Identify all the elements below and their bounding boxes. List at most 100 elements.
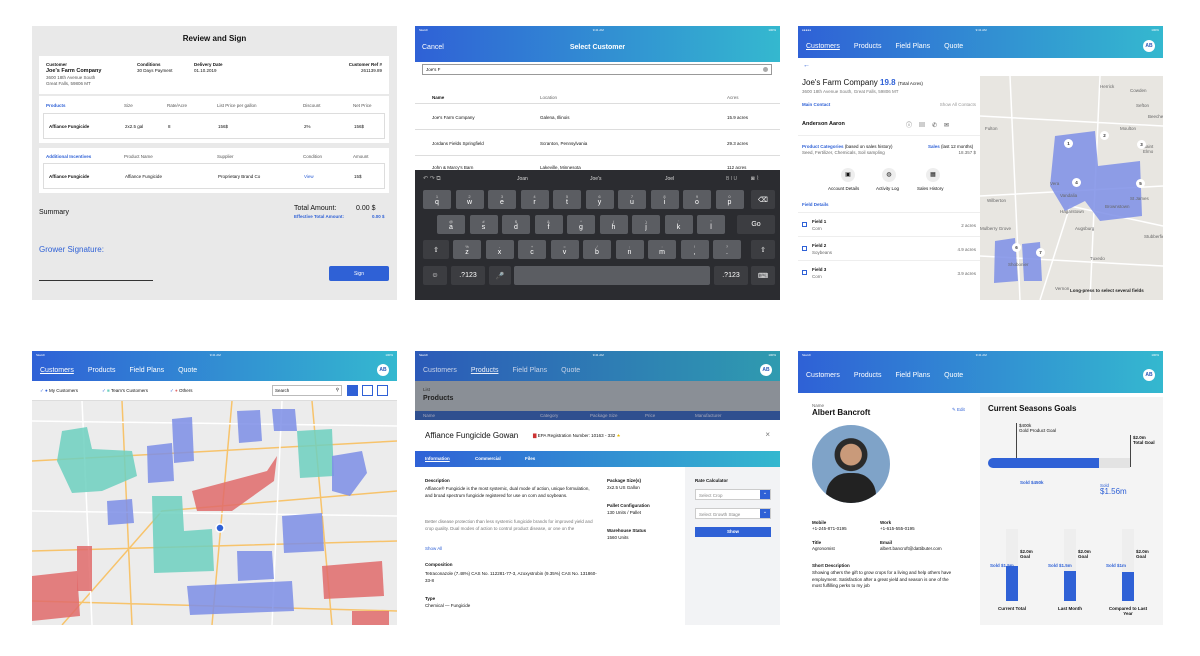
tab-quote[interactable]: Quote	[178, 367, 197, 374]
my-field[interactable]	[237, 410, 262, 443]
view-link[interactable]: View	[304, 174, 314, 179]
key-v[interactable]: = v	[550, 240, 579, 259]
activity-log-icon[interactable]: ◍	[882, 168, 896, 182]
account-details-link[interactable]: Account Details	[828, 186, 859, 191]
key-z[interactable]: % z	[453, 240, 481, 259]
backspace-key[interactable]: ⌫	[751, 190, 775, 209]
avatar[interactable]: AB	[760, 364, 772, 376]
tab-customers[interactable]: Customers	[423, 367, 457, 374]
space-key[interactable]	[514, 266, 710, 285]
key-m[interactable]: :m	[648, 240, 676, 259]
camera-icon[interactable]: ◙ ⌇	[751, 175, 759, 182]
key-r[interactable]: 4r	[520, 190, 549, 209]
shift-key[interactable]: ⇧	[751, 240, 775, 259]
key-p[interactable]: 0p	[715, 190, 744, 209]
chevron-down-icon[interactable]: ⌄	[760, 490, 770, 499]
numbers-key[interactable]: .?123	[451, 266, 485, 285]
tab-field-plans[interactable]: Field Plans	[895, 372, 930, 379]
key-x[interactable]: -x	[485, 240, 514, 259]
key-h[interactable]: (h	[599, 215, 628, 234]
key-.[interactable]: ?.	[713, 240, 741, 259]
emoji-key[interactable]: ☺	[423, 266, 447, 285]
go-key[interactable]: Go	[737, 215, 775, 234]
checkbox[interactable]	[802, 246, 807, 251]
my-field[interactable]	[272, 409, 297, 431]
list-item[interactable]: Field 3 Corn 3.9 acres	[798, 260, 980, 284]
key-o[interactable]: 9o	[683, 190, 711, 209]
key-n[interactable]: ; n	[615, 240, 644, 259]
map-pin[interactable]: 4	[1072, 178, 1081, 187]
avatar[interactable]: AB	[1143, 40, 1155, 52]
undo-icon[interactable]: ↶ ↷ ⧉	[423, 175, 441, 183]
map[interactable]	[32, 401, 397, 625]
my-field[interactable]	[332, 451, 367, 496]
my-field[interactable]	[147, 443, 174, 483]
my-field[interactable]	[282, 513, 324, 553]
map-pin[interactable]: 3	[1137, 140, 1146, 149]
key-f[interactable]: & f	[534, 215, 563, 234]
key-u[interactable]: 7u	[618, 190, 646, 209]
growth-stage-select[interactable]: Select Growth Stage ⌄	[695, 508, 771, 519]
table-row[interactable]: Affiance Fungicide Affiance Fungicide Pr…	[43, 163, 385, 189]
filter-teams-customers[interactable]: ✓ ■ Team's Customers	[102, 388, 148, 394]
suggestion[interactable]: Joan	[517, 176, 528, 182]
tab-field-plans[interactable]: Field Plans	[129, 367, 164, 374]
show-all-link[interactable]: Show All	[425, 546, 442, 551]
avatar[interactable]: AB	[1143, 369, 1155, 381]
tab-field-plans[interactable]: Field Plans	[512, 367, 547, 374]
list-item[interactable]: Field 1 Corn 2 acres	[798, 212, 980, 236]
back-arrow-icon[interactable]: ←	[803, 62, 810, 69]
edit-button[interactable]: ✎ Edit	[952, 407, 965, 413]
col-header[interactable]: Name	[423, 413, 435, 418]
tab-products[interactable]: Products	[854, 372, 882, 379]
sign-button[interactable]: Sign	[329, 266, 389, 281]
table-row[interactable]: Joe's Farm Company Galena, Illinois 15.9…	[415, 103, 780, 129]
my-field[interactable]	[172, 417, 194, 463]
key-e[interactable]: 3e	[488, 190, 516, 209]
close-icon[interactable]: ×	[765, 430, 770, 439]
tab-information[interactable]: Information	[425, 456, 450, 461]
map-pin[interactable]: 7	[1036, 248, 1045, 257]
key-k[interactable]: ' k	[664, 215, 693, 234]
tab-customers[interactable]: Customers	[40, 367, 74, 374]
sales-history-icon[interactable]: ▦	[926, 168, 940, 182]
key-q[interactable]: 1q	[423, 190, 451, 209]
filter-others[interactable]: ✓ ● Others	[170, 388, 193, 394]
signature-line[interactable]	[39, 280, 153, 281]
list-icon[interactable]	[377, 385, 388, 396]
others-field[interactable]	[77, 546, 92, 591]
suggestion[interactable]: Joe's	[590, 176, 602, 182]
map-pin[interactable]: 2	[1100, 131, 1109, 140]
tab-products[interactable]: Products	[88, 367, 116, 374]
account-details-icon[interactable]: ▣	[841, 168, 855, 182]
search-icon[interactable]: ⚲	[336, 387, 339, 393]
map-pin[interactable]: 5	[1136, 179, 1145, 188]
tab-quote[interactable]: Quote	[944, 372, 963, 379]
map-pin[interactable]: 6	[1012, 243, 1021, 252]
shift-key[interactable]: ⇧	[423, 240, 449, 259]
table-row[interactable]: Jordans Fields Springfield Scranton, Pen…	[415, 129, 780, 155]
map-pin[interactable]: 1	[1064, 139, 1073, 148]
tab-quote[interactable]: Quote	[561, 367, 580, 374]
search-input[interactable]: Joe's F	[422, 64, 772, 75]
col-header[interactable]: Category	[540, 413, 558, 418]
tab-commercial[interactable]: Commercial	[475, 456, 501, 461]
key-,[interactable]: !,	[680, 240, 709, 259]
activity-log-link[interactable]: Activity Log	[876, 186, 899, 191]
checkbox[interactable]	[802, 222, 807, 227]
checkbox[interactable]	[802, 270, 807, 275]
col-header[interactable]: Package Size	[590, 413, 618, 418]
format-buttons[interactable]: B I U	[726, 176, 737, 182]
others-field[interactable]	[32, 571, 80, 621]
key-i[interactable]: 8i	[650, 190, 679, 209]
key-c[interactable]: + c	[518, 240, 546, 259]
search-input[interactable]: Search ⚲	[272, 385, 342, 396]
key-g[interactable]: * g	[567, 215, 595, 234]
col-header[interactable]: Manufacturer	[695, 413, 722, 418]
location-pin[interactable]	[215, 523, 225, 533]
numbers-key[interactable]: .?123	[714, 266, 748, 285]
avatar[interactable]: AB	[377, 364, 389, 376]
chevron-down-icon[interactable]: ⌄	[760, 509, 770, 518]
tab-products[interactable]: Products	[471, 367, 499, 374]
key-j[interactable]: ) j	[632, 215, 660, 234]
